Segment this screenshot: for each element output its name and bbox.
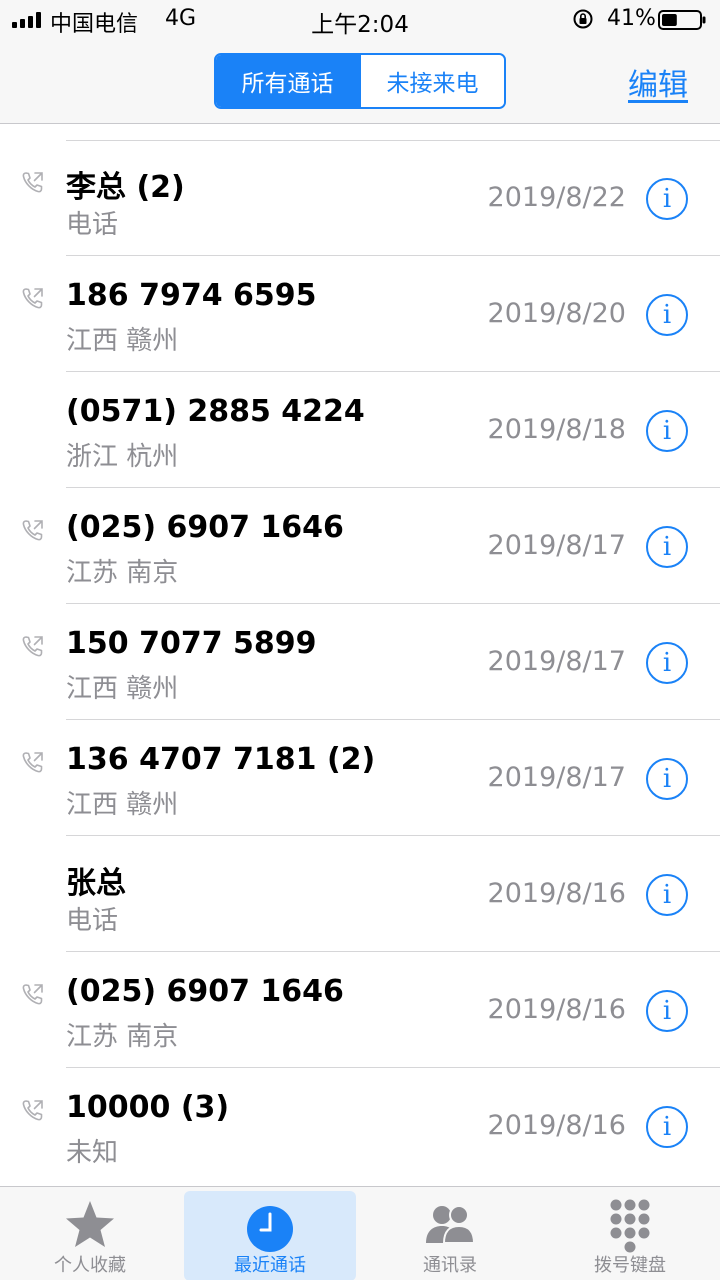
phone-screen: 中国电信 4G 上午2:04 41% 所有通话 未接来电 编辑 李总 (2) 电话… xyxy=(0,0,720,1280)
call-name: (025) 6907 1646 xyxy=(66,510,344,545)
info-button[interactable]: i xyxy=(646,294,688,336)
call-name: 186 7974 6595 xyxy=(66,278,317,313)
contacts-icon xyxy=(426,1205,476,1244)
call-filter-segmented-control: 所有通话 未接来电 xyxy=(214,53,506,109)
call-subtitle: 江苏 南京 xyxy=(66,1022,179,1052)
call-date: 2019/8/20 xyxy=(487,298,626,329)
edit-button[interactable]: 编辑 xyxy=(628,60,688,104)
star-icon xyxy=(66,1201,114,1247)
info-button[interactable]: i xyxy=(646,874,688,916)
call-name: 张总 xyxy=(66,866,126,901)
call-subtitle: 江苏 南京 xyxy=(66,558,179,588)
navigation-bar: 所有通话 未接来电 编辑 xyxy=(0,40,720,124)
call-subtitle: 江西 赣州 xyxy=(66,790,179,820)
call-date: 2019/8/17 xyxy=(487,762,626,793)
info-button[interactable]: i xyxy=(646,526,688,568)
tab-bar: 个人收藏 最近通话 通讯录 拨号键盘 xyxy=(0,1186,720,1280)
call-row[interactable]: 136 4707 7181 (2) 江西 赣州 2019/8/17 i xyxy=(0,720,720,836)
tab-label-keypad: 拨号键盘 xyxy=(594,1255,666,1276)
info-button[interactable]: i xyxy=(646,758,688,800)
tab-recents[interactable]: 最近通话 xyxy=(184,1191,356,1280)
tab-label-recents: 最近通话 xyxy=(234,1255,306,1276)
call-name: (025) 6907 1646 xyxy=(66,974,344,1009)
info-icon: i xyxy=(662,532,672,562)
call-date: 2019/8/17 xyxy=(487,530,626,561)
recent-calls-list: 李总 (2) 电话 2019/8/22 i 186 7974 6595 江西 赣州 2019… xyxy=(0,140,720,1184)
outgoing-call-icon xyxy=(22,984,43,1005)
call-name: 10000 (3) xyxy=(66,1090,230,1125)
info-icon: i xyxy=(662,880,672,910)
tab-contacts[interactable]: 通讯录 xyxy=(364,1187,536,1280)
tab-favorites[interactable]: 个人收藏 xyxy=(4,1187,176,1280)
rotation-lock-icon xyxy=(573,9,593,29)
call-row[interactable]: 186 7974 6595 江西 赣州 2019/8/20 i xyxy=(0,256,720,372)
call-date: 2019/8/22 xyxy=(487,182,626,213)
call-subtitle: 浙江 杭州 xyxy=(66,442,179,472)
call-row[interactable]: (025) 6907 1646 江苏 南京 2019/8/17 i xyxy=(0,488,720,604)
call-date: 2019/8/16 xyxy=(487,1110,626,1141)
call-row[interactable]: 李总 (2) 电话 2019/8/22 i xyxy=(0,140,720,256)
info-button[interactable]: i xyxy=(646,642,688,684)
call-date: 2019/8/16 xyxy=(487,994,626,1025)
battery-percent: 41% xyxy=(607,6,656,31)
call-subtitle: 电话 xyxy=(66,210,119,240)
outgoing-call-icon xyxy=(22,1100,43,1121)
call-date: 2019/8/18 xyxy=(487,414,626,445)
keypad-icon xyxy=(610,1199,650,1253)
status-bar: 中国电信 4G 上午2:04 41% xyxy=(0,0,720,40)
info-button[interactable]: i xyxy=(646,410,688,452)
call-name: 150 7077 5899 xyxy=(66,626,317,661)
tab-label-contacts: 通讯录 xyxy=(423,1255,477,1276)
call-row[interactable]: 150 7077 5899 江西 赣州 2019/8/17 i xyxy=(0,604,720,720)
info-icon: i xyxy=(662,648,672,678)
info-icon: i xyxy=(662,416,672,446)
info-icon: i xyxy=(662,184,672,214)
call-row[interactable]: 张总电话 2019/8/16 i xyxy=(0,836,720,952)
call-name: 李总 (2) xyxy=(66,170,185,205)
call-subtitle: 江西 赣州 xyxy=(66,326,179,356)
call-subtitle: 江西 赣州 xyxy=(66,674,179,704)
outgoing-call-icon xyxy=(22,172,43,193)
segment-all-calls[interactable]: 所有通话 xyxy=(216,55,359,107)
outgoing-call-icon xyxy=(22,520,43,541)
info-button[interactable]: i xyxy=(646,1106,688,1148)
call-date: 2019/8/17 xyxy=(487,646,626,677)
info-icon: i xyxy=(662,764,672,794)
segment-missed-calls[interactable]: 未接来电 xyxy=(359,55,504,107)
call-date: 2019/8/16 xyxy=(487,878,626,909)
info-icon: i xyxy=(662,300,672,330)
call-row[interactable]: (025) 6907 1646 江苏 南京 2019/8/16 i xyxy=(0,952,720,1068)
tab-label-favorites: 个人收藏 xyxy=(54,1255,126,1276)
outgoing-call-icon xyxy=(22,636,43,657)
info-button[interactable]: i xyxy=(646,178,688,220)
call-name: (0571) 2885 4224 xyxy=(66,394,365,429)
tab-keypad[interactable]: 拨号键盘 xyxy=(544,1187,716,1280)
call-row[interactable]: (0571) 2885 4224 浙江 杭州 2019/8/18 i xyxy=(0,372,720,488)
call-row[interactable]: 10000 (3) 未知 2019/8/16 i xyxy=(0,1068,720,1184)
info-button[interactable]: i xyxy=(646,990,688,1032)
info-icon: i xyxy=(662,1112,672,1142)
outgoing-call-icon xyxy=(22,752,43,773)
call-subtitle: 未知 xyxy=(66,1138,119,1168)
battery-icon xyxy=(658,10,706,30)
info-icon: i xyxy=(662,996,672,1026)
call-subtitle: 电话 xyxy=(66,906,119,936)
clock-icon xyxy=(247,1206,293,1252)
outgoing-call-icon xyxy=(22,288,43,309)
call-name: 136 4707 7181 (2) xyxy=(66,742,376,777)
